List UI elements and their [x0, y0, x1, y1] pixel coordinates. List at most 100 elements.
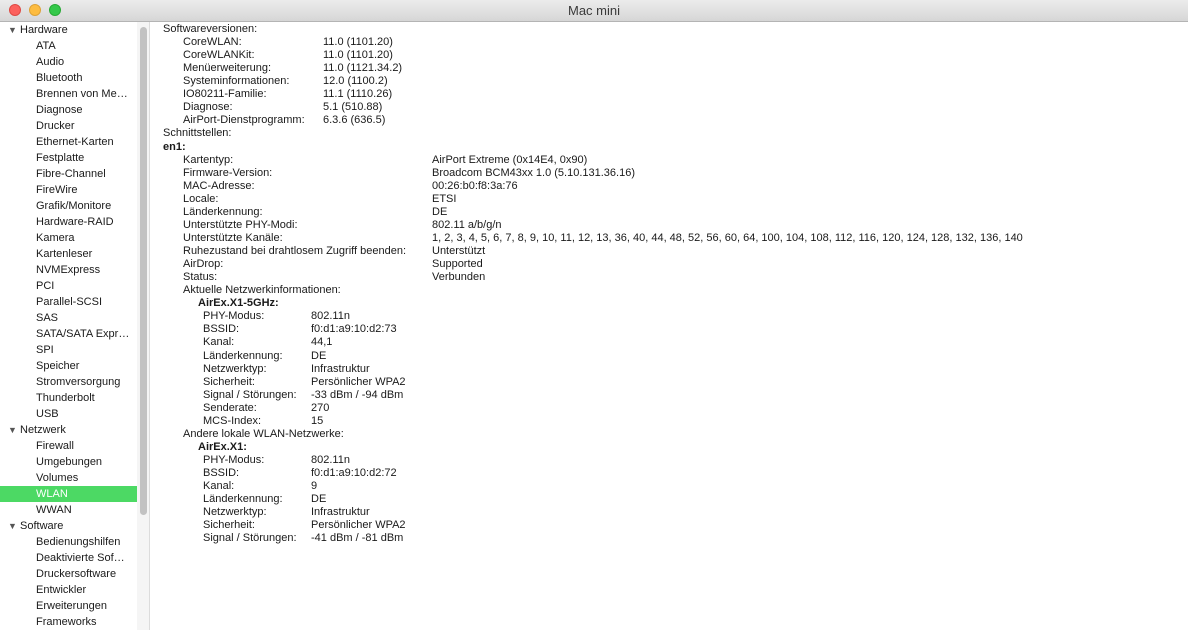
info-value: 5.1 (510.88) — [323, 101, 383, 114]
info-label: Sicherheit: — [203, 375, 255, 388]
sidebar: ▼ Hardware ATA Audio Bluetooth Brennen von Me… — [0, 22, 137, 630]
info-label: MAC-Adresse: — [183, 179, 255, 192]
sidebar-item-label: SATA/SATA Expr… — [36, 328, 130, 340]
sidebar-item-entwickler[interactable]: Entwickler — [0, 582, 137, 598]
sidebar-item-label: Kamera — [36, 232, 75, 244]
disclosure-triangle-icon[interactable]: ▼ — [8, 22, 17, 38]
scrollbar-thumb[interactable] — [140, 27, 147, 515]
info-value: AirPort Extreme (0x14E4, 0x90) — [432, 153, 588, 166]
sidebar-category-label: Netzwerk — [20, 424, 66, 436]
info-value: DE — [432, 205, 448, 218]
sidebar-item-druckersoftware[interactable]: Druckersoftware — [0, 566, 137, 582]
info-value: 9 — [311, 480, 318, 493]
sidebar-item-speicher[interactable]: Speicher — [0, 358, 137, 374]
info-label: PHY-Modus: — [203, 310, 265, 323]
sidebar-item-wlan[interactable]: WLAN — [0, 486, 137, 502]
info-label: Unterstützte PHY-Modi: — [183, 218, 298, 231]
sidebar-scrollbar[interactable] — [137, 22, 150, 630]
sidebar-item-label: Entwickler — [36, 584, 87, 596]
sidebar-item-brennen-von-me[interactable]: Brennen von Me… — [0, 86, 137, 102]
sidebar-category-software[interactable]: ▼ Software — [0, 518, 137, 534]
sidebar-item-parallel-scsi[interactable]: Parallel-SCSI — [0, 294, 137, 310]
sidebar-item-kartenleser[interactable]: Kartenleser — [0, 246, 137, 262]
info-value: 6.3.6 (636.5) — [323, 114, 386, 127]
sidebar-item-firewire[interactable]: FireWire — [0, 182, 137, 198]
sidebar-item-firewall[interactable]: Firewall — [0, 438, 137, 454]
info-value: Supported — [432, 258, 483, 271]
info-value: ETSI — [432, 192, 457, 205]
disclosure-triangle-icon[interactable]: ▼ — [8, 518, 17, 534]
info-label: Netzwerktyp: — [203, 506, 267, 519]
info-value: f0:d1:a9:10:d2:72 — [311, 467, 397, 480]
info-value: Persönlicher WPA2 — [311, 375, 406, 388]
info-value: DE — [311, 349, 327, 362]
info-label: Aktuelle Netzwerkinformationen: — [183, 284, 341, 297]
info-label: CoreWLANKit: — [183, 49, 255, 62]
sidebar-item-label: Grafik/Monitore — [36, 200, 112, 212]
sidebar-item-label: WLAN — [36, 488, 68, 500]
info-value: 802.11 a/b/g/n — [432, 218, 502, 231]
info-label: AirEx.X1: — [198, 440, 247, 453]
sidebar-item-erweiterungen[interactable]: Erweiterungen — [0, 598, 137, 614]
sidebar-item-label: Frameworks — [36, 616, 97, 628]
sidebar-item-label: Firewall — [36, 440, 74, 452]
sidebar-item-label: Drucker — [36, 120, 75, 132]
sidebar-item-wwan[interactable]: WWAN — [0, 502, 137, 518]
sidebar-item-bedienungshilfen[interactable]: Bedienungshilfen — [0, 534, 137, 550]
info-label: Systeminformationen: — [183, 75, 290, 88]
sidebar-item-label: SPI — [36, 344, 54, 356]
sidebar-item-drucker[interactable]: Drucker — [0, 118, 137, 134]
sidebar-item-diagnose[interactable]: Diagnose — [0, 102, 137, 118]
info-value: Infrastruktur — [311, 506, 370, 519]
info-value: -41 dBm / -81 dBm — [311, 532, 404, 545]
info-value: DE — [311, 493, 327, 506]
sidebar-item-nvmexpress[interactable]: NVMExpress — [0, 262, 137, 278]
sidebar-item-hardware-raid[interactable]: Hardware-RAID — [0, 214, 137, 230]
info-value: 12.0 (1100.2) — [323, 75, 388, 88]
sidebar-item-label: Kartenleser — [36, 248, 93, 260]
window-title: Mac mini — [567, 3, 620, 18]
sidebar-item-umgebungen[interactable]: Umgebungen — [0, 454, 137, 470]
sidebar-item-pci[interactable]: PCI — [0, 278, 137, 294]
info-label: AirDrop: — [183, 258, 224, 271]
sidebar-item-label: SAS — [36, 312, 59, 324]
info-label: Netzwerktyp: — [203, 362, 267, 375]
sidebar-item-festplatte[interactable]: Festplatte — [0, 150, 137, 166]
title-bar: Mac mini — [0, 0, 1188, 22]
info-label: Kanal: — [203, 336, 235, 349]
sidebar-item-label: Audio — [36, 56, 65, 68]
sidebar-item-label: ATA — [36, 40, 56, 52]
disclosure-triangle-icon[interactable]: ▼ — [8, 422, 17, 438]
sidebar-category-hardware[interactable]: ▼ Hardware — [0, 22, 137, 38]
sidebar-category-netzwerk[interactable]: ▼ Netzwerk — [0, 422, 137, 438]
sidebar-item-thunderbolt[interactable]: Thunderbolt — [0, 390, 137, 406]
sidebar-item-sata-sata-expr[interactable]: SATA/SATA Expr… — [0, 326, 137, 342]
sidebar-item-ethernet-karten[interactable]: Ethernet-Karten — [0, 134, 137, 150]
info-label: Diagnose: — [183, 101, 233, 114]
sidebar-item-label: Parallel-SCSI — [36, 296, 103, 308]
sidebar-item-volumes[interactable]: Volumes — [0, 470, 137, 486]
sidebar-item-frameworks[interactable]: Frameworks — [0, 614, 137, 630]
info-label: Sicherheit: — [203, 519, 255, 532]
sidebar-item-usb[interactable]: USB — [0, 406, 137, 422]
sidebar-item-bluetooth[interactable]: Bluetooth — [0, 70, 137, 86]
info-label: Signal / Störungen: — [203, 532, 297, 545]
info-value: 11.0 (1101.20) — [323, 49, 393, 62]
sidebar-item-label: Bluetooth — [36, 72, 83, 84]
sidebar-item-label: Speicher — [36, 360, 80, 372]
sidebar-item-deaktivierte-sof[interactable]: Deaktivierte Sof… — [0, 550, 137, 566]
info-label: Ruhezustand bei drahtlosem Zugriff beend… — [183, 245, 406, 258]
info-label: BSSID: — [203, 323, 240, 336]
sidebar-item-sas[interactable]: SAS — [0, 310, 137, 326]
sidebar-item-fibre-channel[interactable]: Fibre-Channel — [0, 166, 137, 182]
info-label: AirEx.X1-5GHz: — [198, 297, 279, 310]
sidebar-item-label: Erweiterungen — [36, 600, 107, 612]
sidebar-item-ata[interactable]: ATA — [0, 38, 137, 54]
sidebar-item-spi[interactable]: SPI — [0, 342, 137, 358]
sidebar-item-audio[interactable]: Audio — [0, 54, 137, 70]
sidebar-item-stromversorgung[interactable]: Stromversorgung — [0, 374, 137, 390]
info-label: Signal / Störungen: — [203, 388, 297, 401]
info-value: 44,1 — [311, 336, 333, 349]
sidebar-item-grafik-monitore[interactable]: Grafik/Monitore — [0, 198, 137, 214]
sidebar-item-kamera[interactable]: Kamera — [0, 230, 137, 246]
